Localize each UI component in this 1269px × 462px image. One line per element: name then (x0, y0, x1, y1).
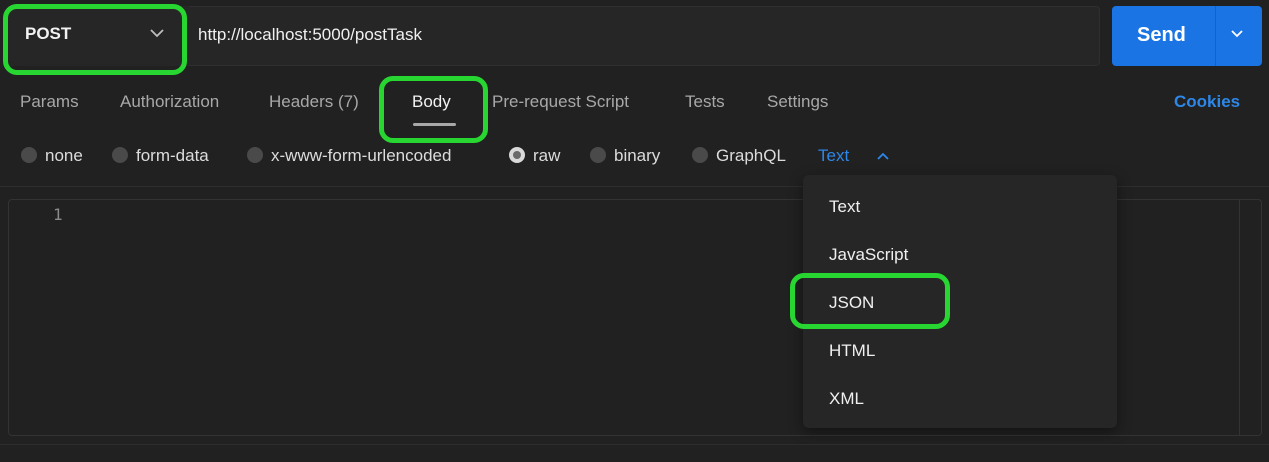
radio-label-graphql[interactable]: GraphQL (716, 146, 786, 166)
menu-item-text[interactable]: Text (829, 197, 860, 217)
radio-label-x-www-form-urlencoded[interactable]: x-www-form-urlencoded (271, 146, 451, 166)
cookies-link[interactable]: Cookies (1174, 92, 1240, 112)
chevron-up-icon[interactable] (876, 151, 890, 161)
radio-none[interactable] (21, 147, 37, 163)
editor-scrollbar-track (1239, 200, 1240, 435)
tab-tests[interactable]: Tests (685, 92, 725, 112)
radio-graphql[interactable] (692, 147, 708, 163)
tab-pre-request-script[interactable]: Pre-request Script (492, 92, 629, 112)
line-number: 1 (53, 205, 63, 224)
radio-label-raw[interactable]: raw (533, 146, 560, 166)
highlight-json-option (790, 273, 950, 329)
menu-item-javascript[interactable]: JavaScript (829, 245, 908, 265)
radio-label-binary[interactable]: binary (614, 146, 660, 166)
tab-params[interactable]: Params (20, 92, 79, 112)
tab-authorization[interactable]: Authorization (120, 92, 219, 112)
response-panel-edge (0, 444, 1269, 462)
radio-label-form-data[interactable]: form-data (136, 146, 209, 166)
tab-headers[interactable]: Headers (7) (269, 92, 359, 112)
radio-x-www-form-urlencoded[interactable] (247, 147, 263, 163)
send-button-label: Send (1137, 24, 1186, 46)
radio-binary[interactable] (590, 147, 606, 163)
highlight-method (3, 4, 187, 75)
highlight-body-tab (379, 76, 488, 143)
radio-raw[interactable] (509, 147, 525, 163)
menu-item-xml[interactable]: XML (829, 389, 864, 409)
url-text: http://localhost:5000/postTask (198, 25, 422, 44)
radio-form-data[interactable] (112, 147, 128, 163)
tab-settings[interactable]: Settings (767, 92, 828, 112)
menu-item-html[interactable]: HTML (829, 341, 875, 361)
send-button-divider (1215, 6, 1216, 66)
radio-label-none[interactable]: none (45, 146, 83, 166)
send-options-chevron-icon[interactable] (1230, 29, 1244, 39)
raw-format-select[interactable]: Text (818, 146, 849, 166)
